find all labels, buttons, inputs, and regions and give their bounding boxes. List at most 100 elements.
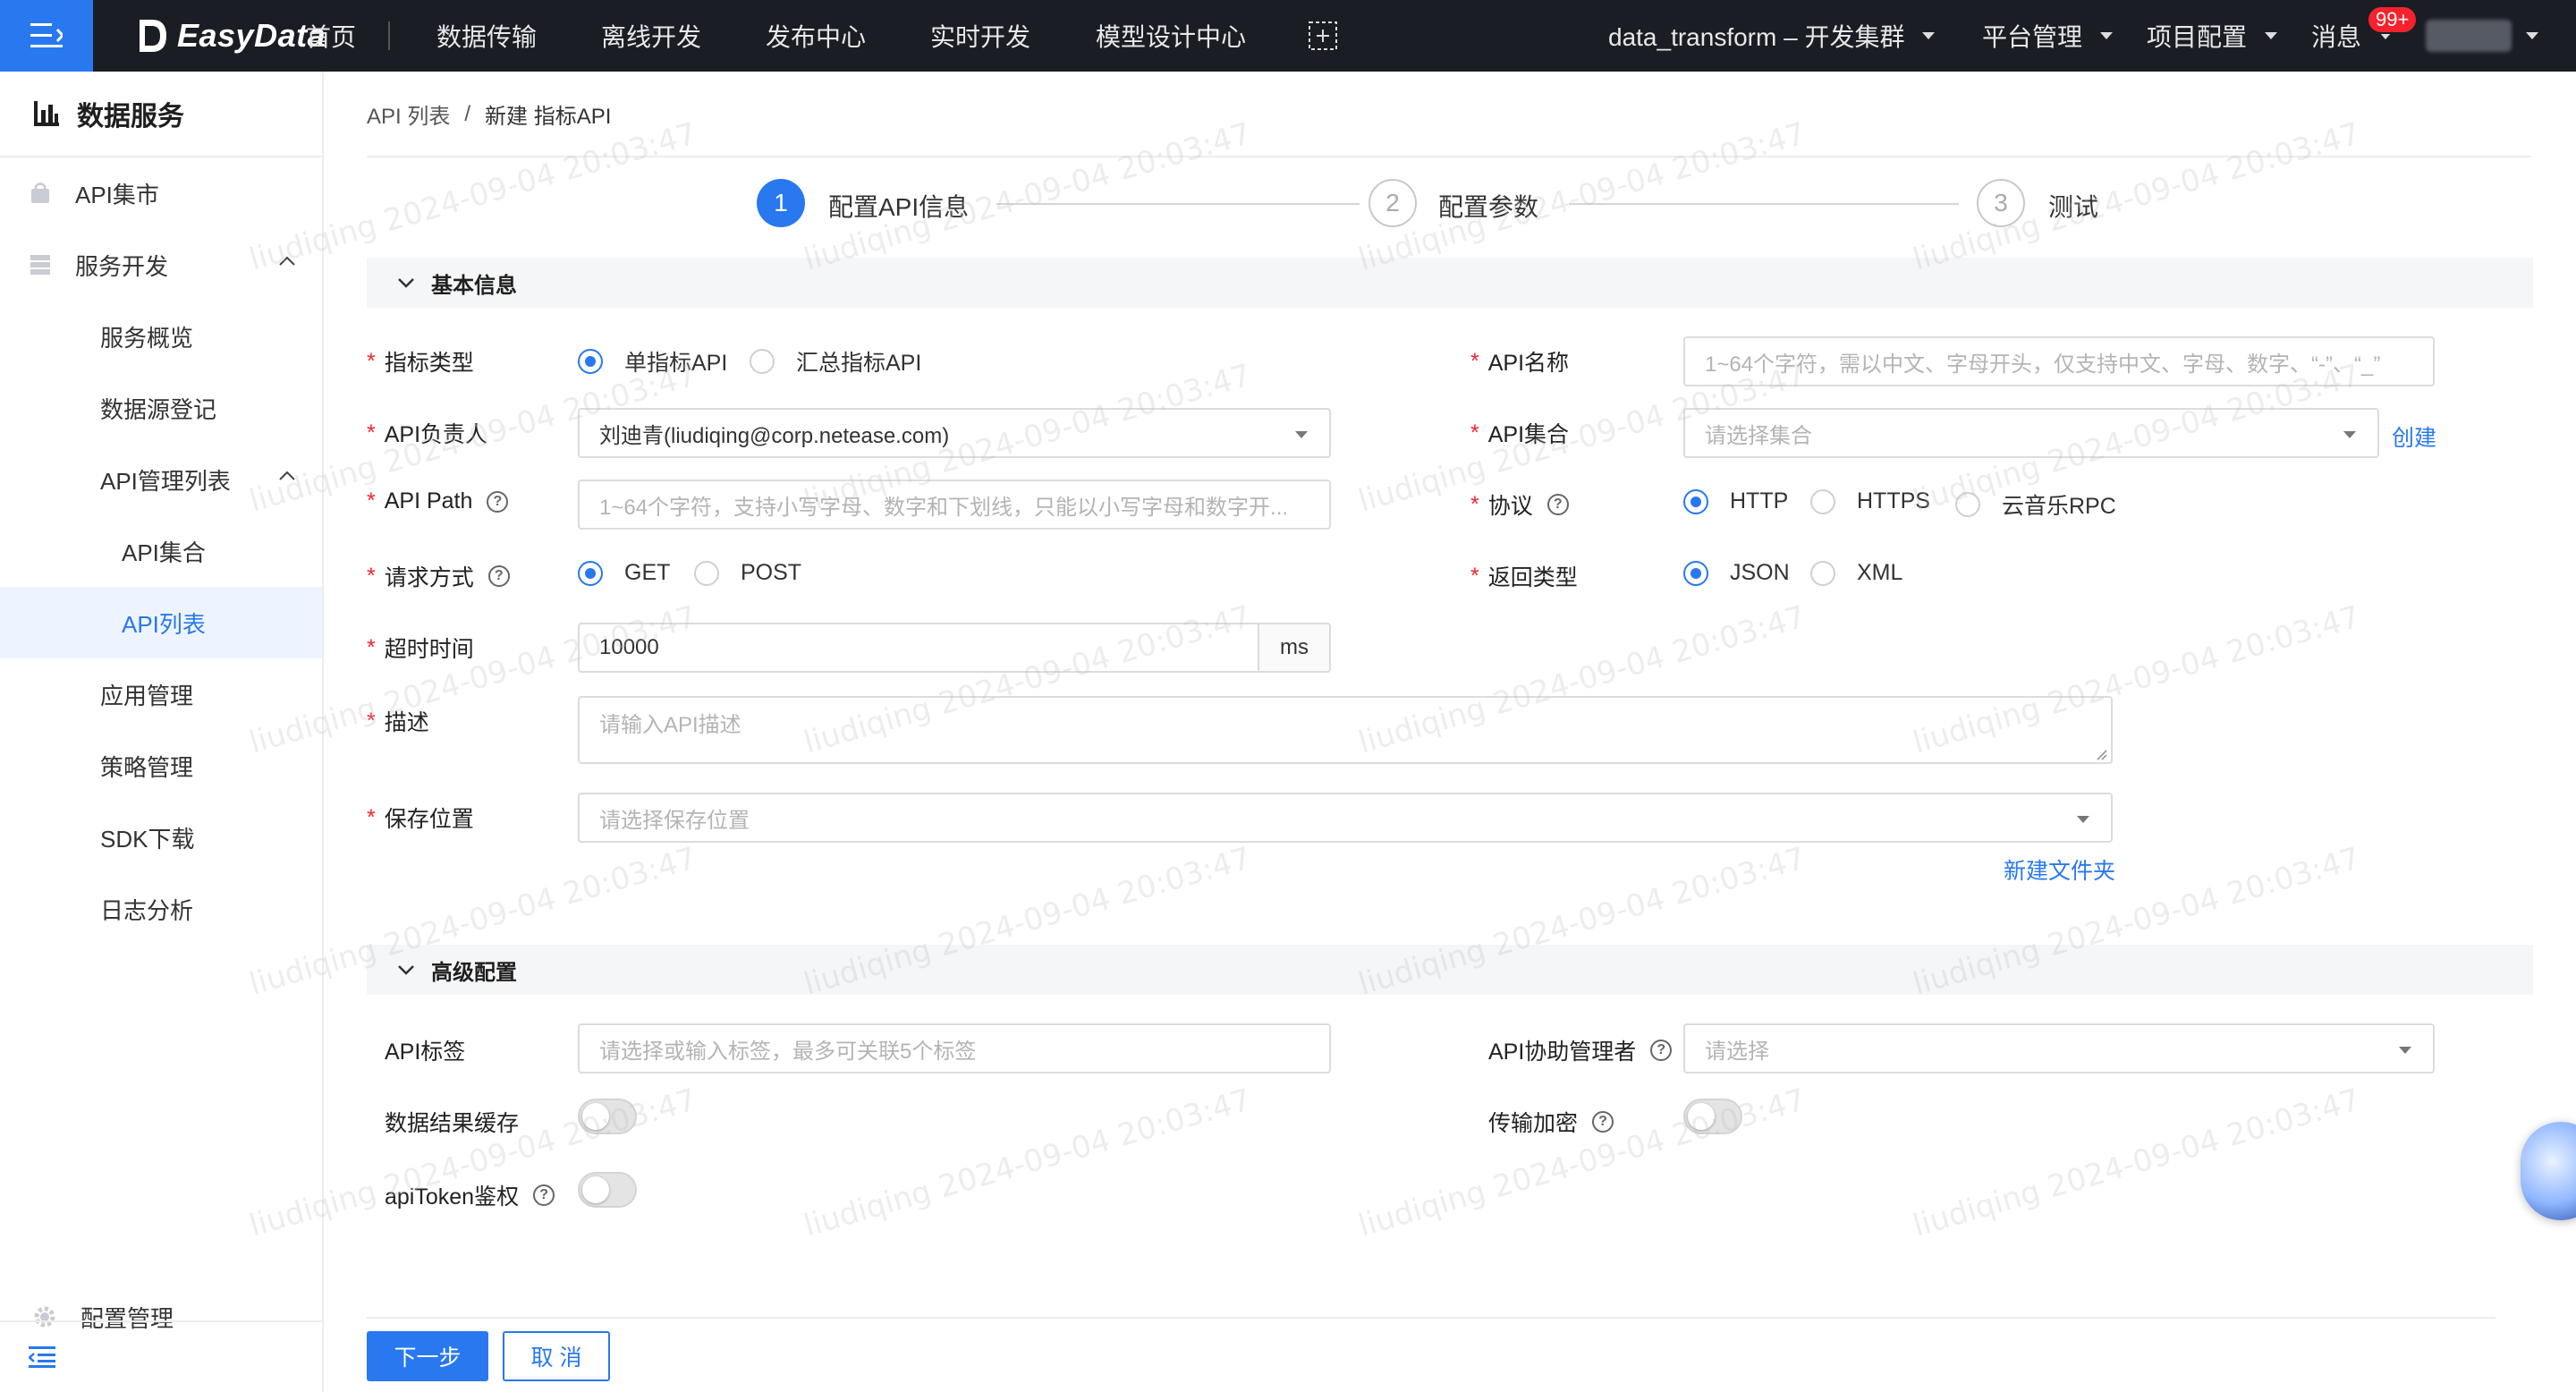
main-content: API 列表 / 新建 指标API 1 配置API信息 2 配置参数 3 测试 …	[324, 72, 2576, 1392]
sidebar-item-app-management[interactable]: 应用管理	[0, 658, 322, 730]
help-icon[interactable]: ?	[1546, 494, 1569, 515]
breadcrumb-api-list[interactable]: API 列表	[367, 98, 450, 130]
radio-single-metric[interactable]: 单指标API	[578, 345, 727, 378]
nav-realtime-dev[interactable]: 实时开发	[930, 0, 1030, 72]
label-text: 协议	[1487, 494, 1533, 519]
sidebar-item-label: 服务开发	[75, 252, 169, 280]
radio-https[interactable]: HTTPS	[1810, 488, 1930, 514]
fullscreen-icon	[1309, 21, 1337, 50]
sidebar-item-label: 应用管理	[100, 682, 194, 709]
api-token-auth-label: apiToken鉴权?	[385, 1179, 555, 1211]
nav-model-design[interactable]: 模型设计中心	[1096, 0, 1246, 72]
resize-handle-icon[interactable]	[2095, 748, 2107, 760]
section-basic-info[interactable]: 基本信息	[367, 258, 2533, 308]
sidebar-title: 数据服务	[77, 102, 184, 132]
toggle-knob	[1688, 1103, 1715, 1130]
section-title: 基本信息	[431, 273, 517, 298]
help-icon[interactable]: ?	[1650, 1040, 1673, 1061]
radio-post[interactable]: POST	[694, 560, 801, 586]
new-folder-link[interactable]: 新建文件夹	[2004, 853, 2115, 886]
radio-cloud-music-rpc[interactable]: 云音乐RPC	[1955, 488, 2116, 521]
sidebar-item-label: 日志分析	[100, 896, 194, 924]
help-icon[interactable]: ?	[487, 490, 509, 513]
label-text: API名称	[1487, 351, 1570, 376]
sidebar-item-policy-management[interactable]: 策略管理	[0, 730, 322, 802]
easydata-logo[interactable]: EasyData	[136, 16, 326, 55]
help-icon[interactable]: ?	[1592, 1111, 1614, 1133]
dropdown-caret-icon	[2343, 431, 2356, 438]
sidebar-item-label: 服务概览	[100, 324, 194, 352]
radio-label: HTTPS	[1857, 488, 1930, 514]
owner-label: * API负责人	[367, 417, 487, 449]
timeout-input[interactable]: 10000	[578, 623, 1259, 673]
nav-home[interactable]: 首页	[306, 0, 356, 72]
sidebar-item-datasource-register[interactable]: 数据源登记	[0, 372, 322, 444]
result-cache-toggle[interactable]	[578, 1099, 637, 1134]
nav-offline-dev[interactable]: 离线开发	[601, 0, 701, 72]
api-name-input[interactable]: 1~64个字符，需以中文、字母开头，仅支持中文、字母、数字、“-”、“_”	[1683, 336, 2435, 386]
cluster-selector[interactable]: data_transform – 开发集群	[1608, 0, 1936, 72]
sidebar-item-api-market[interactable]: API集市	[0, 157, 322, 229]
sidebar-item-service-dev[interactable]: 服务开发	[0, 229, 322, 301]
label-text: 保存位置	[384, 807, 474, 832]
help-icon[interactable]: ?	[533, 1184, 555, 1206]
nav-data-transfer[interactable]: 数据传输	[436, 0, 537, 72]
section-advanced-config[interactable]: 高级配置	[367, 945, 2533, 995]
radio-xml[interactable]: XML	[1810, 560, 1902, 586]
save-location-label: * 保存位置	[367, 802, 474, 834]
required-mark: *	[1470, 420, 1479, 446]
step-connector	[996, 203, 1360, 205]
radio-json[interactable]: JSON	[1683, 560, 1790, 586]
sidebar-item-api-collection[interactable]: API集合	[0, 515, 322, 587]
platform-menu[interactable]: 平台管理	[1982, 0, 2114, 72]
cancel-button[interactable]: 取 消	[503, 1331, 610, 1381]
chevron-down-icon	[398, 965, 414, 975]
sidebar-item-sdk-download[interactable]: SDK下载	[0, 802, 322, 873]
toggle-knob	[582, 1176, 609, 1203]
collapse-sidebar-button[interactable]	[0, 1320, 322, 1392]
create-collection-link[interactable]: 创建	[2392, 420, 2436, 453]
api-path-input[interactable]: 1~64个字符，支持小写字母、数字和下划线，只能以小写字母和数字开...	[578, 480, 1331, 530]
sidebar-item-service-overview[interactable]: 服务概览	[0, 301, 322, 372]
project-label: 项目配置	[2147, 23, 2248, 51]
co-admin-select[interactable]: 请选择	[1683, 1023, 2435, 1074]
collection-select[interactable]: 请选择集合	[1683, 408, 2379, 458]
data-service-icon	[34, 101, 59, 126]
required-mark: *	[1470, 563, 1479, 589]
radio-dot	[578, 560, 603, 586]
user-avatar[interactable]	[2426, 20, 2512, 52]
collection-placeholder: 请选择集合	[1705, 423, 1812, 448]
nav-publish-center[interactable]: 发布中心	[766, 0, 866, 72]
project-config-menu[interactable]: 项目配置	[2147, 0, 2278, 72]
fullscreen-button[interactable]	[1308, 0, 1338, 72]
sidebar-item-log-analysis[interactable]: 日志分析	[0, 873, 322, 945]
timeout-unit: ms	[1258, 623, 1331, 673]
transport-encrypt-toggle[interactable]	[1683, 1099, 1742, 1134]
owner-value: 刘迪青(liudiqing@corp.netease.com)	[599, 423, 950, 448]
radio-summary-metric[interactable]: 汇总指标API	[750, 345, 921, 378]
section-title: 高级配置	[431, 960, 517, 985]
api-token-auth-toggle[interactable]	[578, 1172, 637, 1208]
sidebar-item-api-management[interactable]: API管理列表	[0, 444, 322, 515]
next-step-button[interactable]: 下一步	[367, 1331, 488, 1381]
step-2-indicator: 2	[1368, 179, 1417, 227]
radio-dot	[578, 349, 603, 374]
required-mark: *	[367, 563, 376, 589]
help-icon[interactable]: ?	[487, 565, 510, 587]
co-admin-placeholder: 请选择	[1705, 1039, 1769, 1064]
radio-dot	[1810, 488, 1835, 514]
assistant-float-icon[interactable]	[2521, 1122, 2576, 1220]
radio-http[interactable]: HTTP	[1683, 488, 1788, 514]
sidebar-item-api-list[interactable]: API列表	[0, 587, 322, 658]
menu-toggle-button[interactable]	[0, 0, 93, 72]
radio-get[interactable]: GET	[578, 560, 670, 586]
save-location-select[interactable]: 请选择保存位置	[578, 793, 2113, 843]
radio-dot	[694, 560, 719, 586]
step-1-indicator: 1	[757, 179, 805, 227]
sidebar-item-label: API集市	[75, 181, 159, 208]
api-tag-input[interactable]: 请选择或输入标签，最多可关联5个标签	[578, 1023, 1331, 1074]
protocol-label: * 协议?	[1470, 488, 1569, 521]
chevron-down-icon[interactable]	[2526, 32, 2538, 39]
owner-select[interactable]: 刘迪青(liudiqing@corp.netease.com)	[578, 408, 1331, 458]
description-textarea[interactable]: 请输入API描述	[578, 696, 2113, 764]
